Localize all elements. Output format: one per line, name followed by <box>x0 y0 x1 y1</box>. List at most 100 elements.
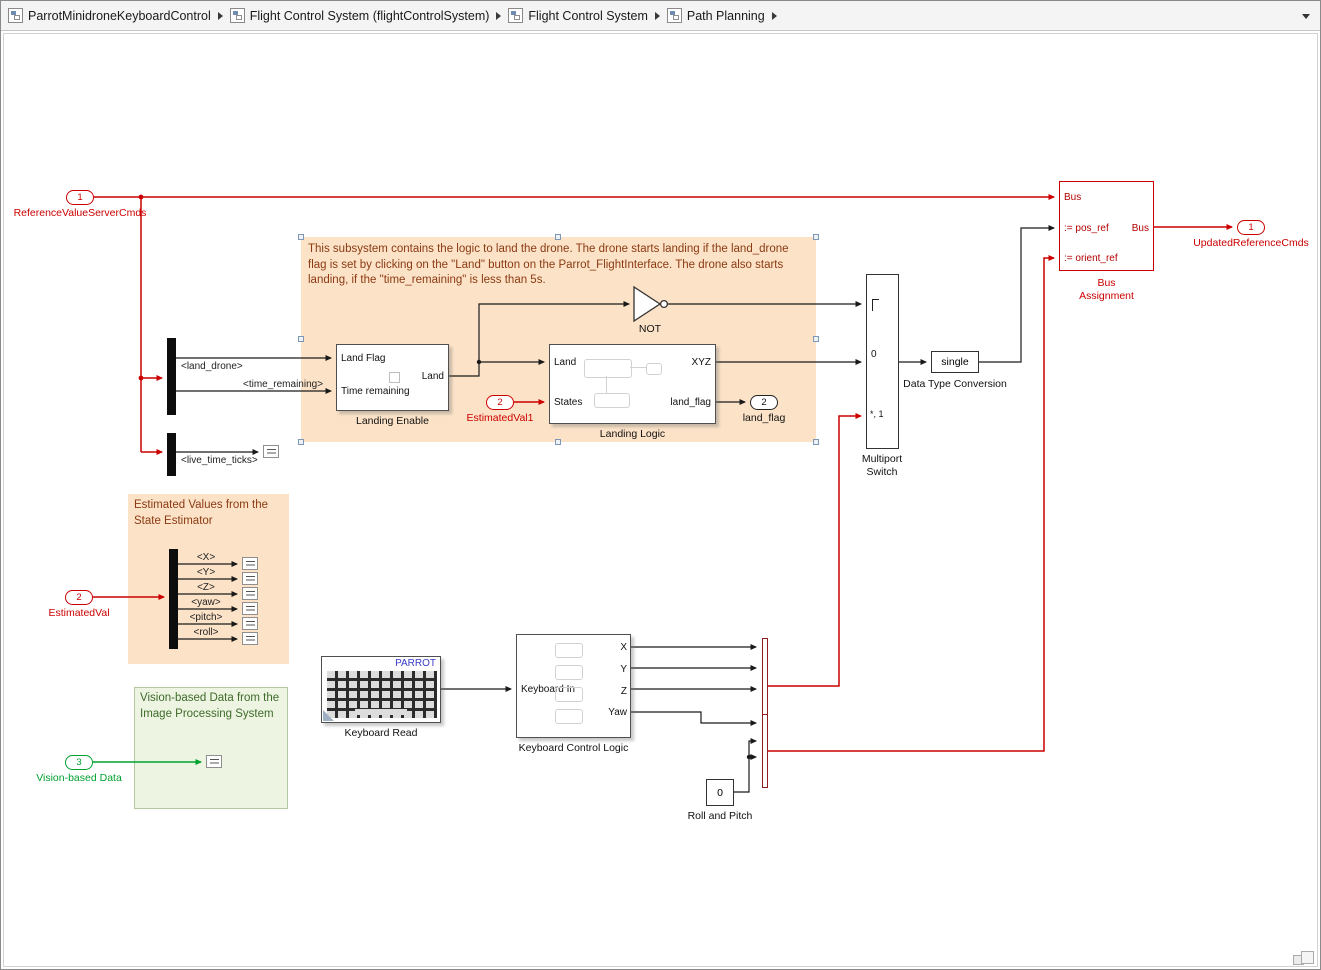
stateflow-chart-icon <box>555 665 583 680</box>
inport-2-estimatedval[interactable]: 2 <box>65 590 93 605</box>
keyboard-control-logic-block[interactable]: Keyboard In X Y Z Yaw <box>516 634 631 738</box>
port-label: Y <box>620 664 627 675</box>
breadcrumb-item-flight-control-system-ref[interactable]: Flight Control System (flightControlSyst… <box>230 8 490 23</box>
inport-3-vision[interactable]: 3 <box>65 755 93 770</box>
outport-2-landflag[interactable]: 2 <box>750 395 778 410</box>
selection-handle[interactable] <box>298 336 304 342</box>
port-label: := orient_ref <box>1064 253 1118 264</box>
model-icon <box>8 8 23 23</box>
breadcrumb-separator-icon <box>772 12 777 20</box>
parrot-brand-label: PARROT <box>395 658 436 669</box>
terminator-block[interactable] <box>242 617 258 630</box>
keyboard-control-logic-label: Keyboard Control Logic <box>496 742 651 755</box>
selection-handle[interactable] <box>298 439 304 445</box>
annotation-estimator-text: Estimated Values from the State Estimato… <box>134 498 282 529</box>
inport-2-estimatedval1[interactable]: 2 <box>486 395 514 410</box>
breadcrumb-label: ParrotMinidroneKeyboardControl <box>28 9 211 23</box>
landing-logic-block[interactable]: Land States XYZ land_flag <box>549 344 716 424</box>
signal-label[interactable]: <Y> <box>176 567 236 578</box>
signal-label[interactable]: <pitch> <box>176 612 236 623</box>
terminator-block[interactable] <box>242 557 258 570</box>
port-number: 3 <box>76 757 81 768</box>
breadcrumb-separator-icon <box>218 12 223 20</box>
keyboard-read-block[interactable]: PARROT <box>321 656 441 723</box>
inport-2-estimatedval1-label: EstimatedVal1 <box>430 412 570 424</box>
multiport-switch-label: Multiport Switch <box>847 453 917 479</box>
selection-handle[interactable] <box>813 336 819 342</box>
port-number: 2 <box>761 397 766 408</box>
signal-label[interactable]: <Z> <box>176 582 236 593</box>
port-label: Time remaining <box>341 386 410 397</box>
port-label: Bus <box>1132 223 1149 234</box>
terminator-block[interactable] <box>242 602 258 615</box>
breadcrumb-item-path-planning[interactable]: Path Planning <box>667 8 765 23</box>
terminator-block[interactable] <box>242 632 258 645</box>
multiport-switch-block[interactable]: 0 *, 1 <box>866 274 899 449</box>
chevron-down-icon[interactable] <box>1302 14 1310 19</box>
bus-assignment-block[interactable]: Bus := pos_ref := orient_ref Bus <box>1059 181 1154 271</box>
roll-pitch-label: Roll and Pitch <box>680 810 760 823</box>
port-number: 2 <box>497 397 502 408</box>
annotation-estimator-box[interactable]: Estimated Values from the State Estimato… <box>128 494 289 664</box>
spacebar-key <box>355 709 407 715</box>
data-type-conversion-block[interactable]: single <box>931 351 979 373</box>
subsystem-icon <box>230 8 245 23</box>
signal-label[interactable]: <X> <box>176 552 236 563</box>
port-label: Land <box>554 357 576 368</box>
selection-handle[interactable] <box>298 234 304 240</box>
inport-1[interactable]: 1 <box>66 190 94 205</box>
signal-label[interactable]: <yaw> <box>176 597 236 608</box>
landing-logic-label: Landing Logic <box>549 428 716 441</box>
bus-selector-block[interactable] <box>167 338 176 415</box>
subsystem-icon <box>389 372 400 383</box>
port-label: X <box>620 642 627 653</box>
terminator-block[interactable] <box>242 572 258 585</box>
model-badge-icon[interactable] <box>1293 951 1315 965</box>
mux-block[interactable] <box>762 714 768 788</box>
stateflow-chart-icon <box>584 359 632 378</box>
signal-label[interactable]: <time_remaining> <box>243 379 323 390</box>
annotation-vision-text: Vision-based Data from the Image Process… <box>140 691 282 722</box>
corner-fold-icon <box>323 710 334 721</box>
breadcrumb-separator-icon <box>655 12 660 20</box>
annotation-landing-text: This subsystem contains the logic to lan… <box>308 242 809 289</box>
signal-label[interactable]: <live_time_ticks> <box>181 455 258 466</box>
signal-label[interactable]: <roll> <box>176 627 236 638</box>
port-label: Land Flag <box>341 353 385 364</box>
annotation-vision-box[interactable]: Vision-based Data from the Image Process… <box>134 687 288 809</box>
breadcrumb-label: Path Planning <box>687 9 765 23</box>
port-number: 2 <box>76 592 81 603</box>
roll-pitch-constant-block[interactable]: 0 <box>706 779 734 806</box>
stateflow-chart-icon <box>630 367 646 368</box>
inport-3-vision-label: Vision-based Data <box>9 772 149 784</box>
outport-1[interactable]: 1 <box>1237 220 1265 235</box>
breadcrumb-item-root[interactable]: ParrotMinidroneKeyboardControl <box>8 8 211 23</box>
port-label: *, 1 <box>870 410 884 420</box>
selection-handle[interactable] <box>813 439 819 445</box>
model-canvas[interactable]: This subsystem contains the logic to lan… <box>1 1 1321 970</box>
signal-label[interactable]: <land_drone> <box>181 361 243 372</box>
keyboard-image <box>327 671 437 718</box>
inport-1-label: ReferenceValueServerCmds <box>10 207 150 219</box>
control-port-icon <box>872 299 879 311</box>
landing-enable-block[interactable]: Land Flag Time remaining Land <box>336 344 449 411</box>
breadcrumb-bar: ParrotMinidroneKeyboardControl Flight Co… <box>1 1 1320 31</box>
not-gate-label: NOT <box>615 323 685 336</box>
subsystem-icon <box>667 8 682 23</box>
breadcrumb-label: Flight Control System <box>528 9 647 23</box>
bus-selector-block[interactable] <box>167 433 176 476</box>
port-label: 0 <box>871 349 877 360</box>
simulink-window: This subsystem contains the logic to lan… <box>0 0 1321 970</box>
data-type-conversion-label: Data Type Conversion <box>899 378 1011 391</box>
terminator-block[interactable] <box>263 445 279 458</box>
selection-handle[interactable] <box>555 234 561 240</box>
breadcrumb-item-flight-control-system[interactable]: Flight Control System <box>508 8 647 23</box>
selection-handle[interactable] <box>813 234 819 240</box>
port-label: XYZ <box>692 357 711 368</box>
stateflow-chart-icon <box>606 376 607 393</box>
outport-2-landflag-label: land_flag <box>694 412 834 424</box>
terminator-block[interactable] <box>206 755 222 768</box>
terminator-block[interactable] <box>242 587 258 600</box>
port-label: land_flag <box>670 397 711 408</box>
outport-1-label: UpdatedReferenceCmds <box>1181 237 1321 249</box>
